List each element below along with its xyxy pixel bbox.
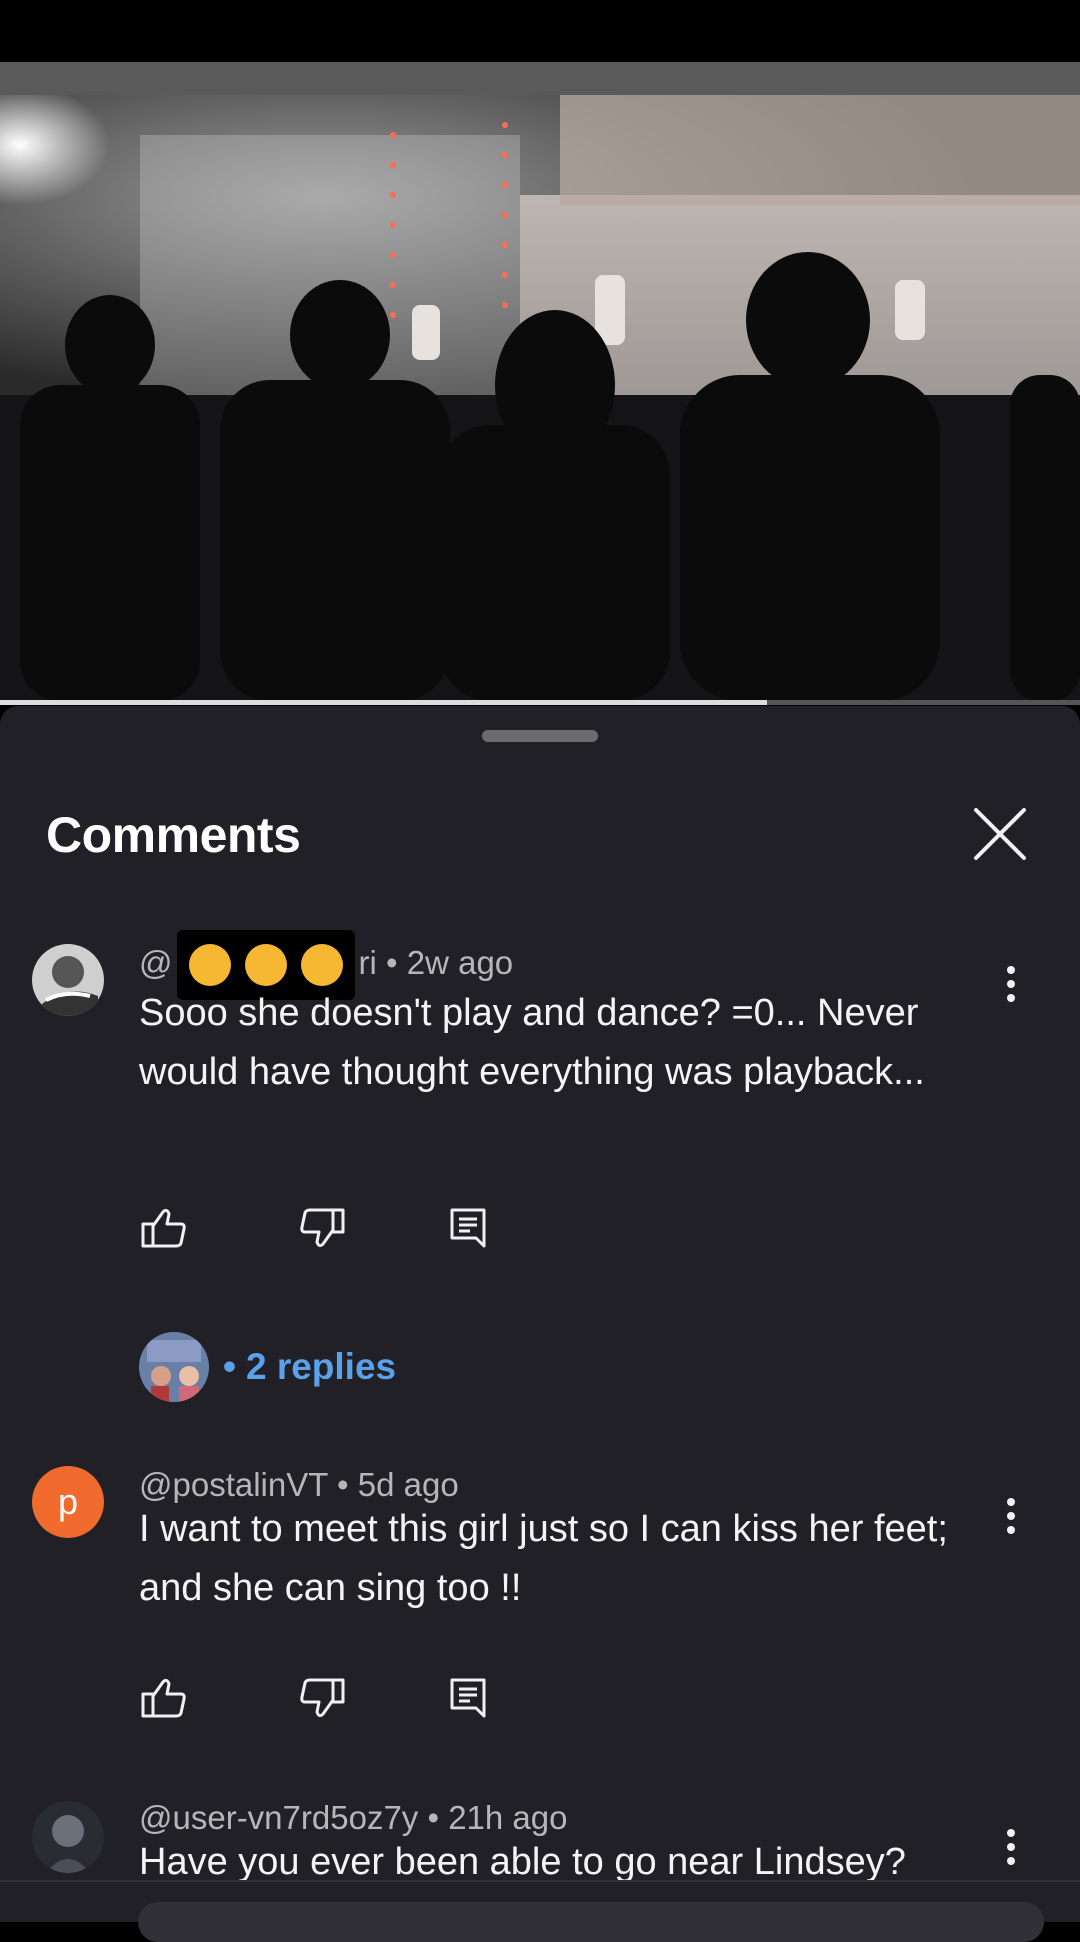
view-replies-button[interactable]: • 2 replies [139,1331,396,1403]
like-button[interactable] [135,1200,191,1256]
comment-author[interactable]: @user-vn7rd5oz7y [139,1799,418,1836]
reply-icon [450,1208,486,1248]
add-comment-input[interactable] [138,1902,1044,1942]
comment-author[interactable]: @postalinVT [139,1466,328,1503]
comment-meta: @postalinVT • 5d ago [139,1466,459,1504]
dislike-button[interactable] [295,1200,351,1256]
status-bar [0,0,1080,62]
thumbs-up-icon [141,1678,186,1718]
comment-meta: @user-vn7rd5oz7y • 21h ago [139,1799,568,1837]
comments-sheet: Comments @ ri • 2w ago Sooo she doesn't p… [0,706,1080,1920]
video-progress-bar[interactable] [0,700,1080,705]
video-progress-fill [0,700,767,705]
comment-item: @user-vn7rd5oz7y • 21h ago Have you ever… [0,1799,1080,1881]
close-button[interactable] [968,802,1032,866]
reply-icon [450,1678,486,1718]
avatar[interactable] [32,944,104,1016]
separator-dot: • [427,1799,440,1836]
replies-count: 2 replies [245,1346,397,1387]
like-button[interactable] [135,1670,191,1726]
thumbs-down-icon [300,1208,345,1248]
video-player[interactable] [0,62,1080,704]
sheet-title: Comments [46,807,301,863]
video-top-band [0,62,1080,95]
separator-dot: • [337,1466,349,1503]
peeking-emoji-icon [300,944,343,987]
reply-button[interactable] [440,1200,496,1256]
avatar[interactable] [32,1801,104,1873]
comment-time: 5d ago [357,1466,459,1503]
comment-text: Have you ever been able to go near Linds… [139,1841,906,1881]
comment-time: 2w ago [406,944,514,981]
drag-handle[interactable] [482,730,598,742]
comment-text: I want to meet this girl just so I can k… [139,1508,948,1609]
comment-author[interactable]: @ ri [139,930,377,1001]
thinking-emoji-icon [244,944,287,987]
reply-button[interactable] [440,1670,496,1726]
separator-dot: • [386,944,398,981]
video-frame [0,95,1080,701]
dislike-button[interactable] [295,1670,351,1726]
comment-time: 21h ago [448,1799,568,1836]
avatar[interactable]: p [32,1466,104,1538]
comment-text: Sooo she doesn't play and dance? =0... N… [139,992,925,1093]
close-icon [974,808,1026,860]
avatar-letter: p [57,1481,79,1522]
replies-separator: • [223,1346,236,1387]
thumbs-down-icon [300,1678,345,1718]
smiling-emoji-icon [188,944,231,987]
replier-avatar [139,1332,209,1402]
thumbs-up-icon [141,1208,186,1248]
